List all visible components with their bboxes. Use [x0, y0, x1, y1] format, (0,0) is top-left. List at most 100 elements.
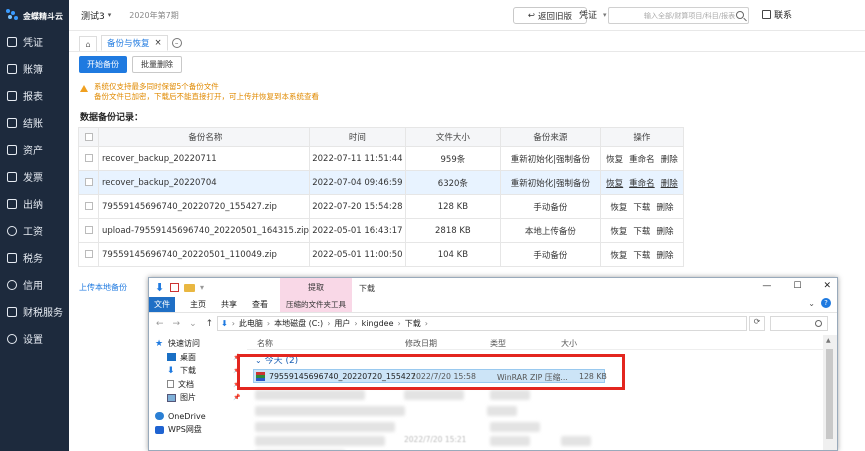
properties-icon[interactable]: [170, 283, 179, 292]
maximize-icon[interactable]: ☐: [793, 281, 801, 291]
backup-time: 2022-07-20 15:54:28: [308, 194, 406, 219]
select-all-checkbox[interactable]: [78, 127, 99, 147]
nav-pane-item[interactable]: 图片 📌: [149, 391, 247, 405]
ribbon-expand-icon[interactable]: ⌄: [808, 299, 815, 308]
delete-action[interactable]: 删除: [661, 179, 678, 189]
row-checkbox[interactable]: [78, 170, 99, 195]
sidebar-item-7[interactable]: 工资: [0, 217, 69, 244]
sidebar-item-11[interactable]: 设置: [0, 325, 69, 352]
delete-action[interactable]: 删除: [656, 227, 673, 237]
restore-action[interactable]: 恢复: [606, 179, 623, 189]
new-folder-icon[interactable]: [184, 283, 195, 292]
menu-compressed-tools[interactable]: 压缩的文件夹工具: [280, 297, 352, 312]
upload-local-backup-link[interactable]: 上传本地备份: [79, 282, 127, 293]
recent-dropdown-icon[interactable]: ⌄: [189, 319, 197, 329]
crumb-users[interactable]: 用户: [334, 318, 350, 329]
row-checkbox[interactable]: [78, 242, 99, 267]
address-bar[interactable]: ⬇ › 此电脑 › 本地磁盘 (C:) › 用户 › kingdee › 下载 …: [217, 316, 747, 331]
restore-action[interactable]: 恢复: [606, 155, 623, 165]
menu-home[interactable]: 主页: [190, 299, 206, 310]
table-row[interactable]: recover_backup_20220704 2022-07-04 09:46:…: [78, 170, 685, 195]
back-to-old-version-button[interactable]: ↩ 返回旧版: [513, 7, 587, 24]
sidebar-item-4[interactable]: 资产: [0, 136, 69, 163]
rename-or-download-action[interactable]: 重命名: [629, 155, 655, 165]
sidebar-item-10[interactable]: 财税服务: [0, 298, 69, 325]
nav-pane-item[interactable]: WPS网盘: [149, 423, 247, 437]
table-row[interactable]: 79559145696740_20220720_155427.zip 2022-0…: [78, 194, 685, 219]
contact-button[interactable]: 联系: [762, 8, 792, 21]
download-arrow-icon[interactable]: ⬇: [155, 282, 165, 293]
table-row[interactable]: upload-79559145696740_20220501_164315.zi…: [78, 218, 685, 243]
pin-icon[interactable]: 📌: [233, 394, 240, 401]
vertical-scrollbar[interactable]: ▲: [823, 335, 837, 450]
menu-file[interactable]: 文件: [149, 297, 175, 312]
menu-view[interactable]: 查看: [252, 299, 268, 310]
scrollbar-thumb[interactable]: [826, 349, 833, 439]
delete-action[interactable]: 删除: [656, 251, 673, 261]
col-modified[interactable]: 修改日期: [405, 338, 437, 349]
batch-delete-button[interactable]: 批量删除: [132, 56, 182, 73]
sidebar-item-0[interactable]: 凭证: [0, 28, 69, 55]
table-row[interactable]: recover_backup_20220711 2022-07-11 11:51:…: [78, 146, 685, 171]
explorer-search-input[interactable]: [770, 316, 828, 331]
rename-or-download-action[interactable]: 重命名: [629, 179, 655, 189]
help-icon[interactable]: ?: [821, 298, 831, 308]
menu-share[interactable]: 共享: [221, 299, 237, 310]
sidebar-item-8[interactable]: 税务: [0, 244, 69, 271]
row-actions: 恢复 下载 删除: [599, 194, 685, 219]
table-row[interactable]: 79559145696740_20220501_110049.zip 2022-0…: [78, 242, 685, 267]
ribbon-tab-extract[interactable]: 提取: [280, 278, 352, 297]
sidebar-item-3[interactable]: 结账: [0, 109, 69, 136]
sidebar-item-9[interactable]: 信用: [0, 271, 69, 298]
backup-name: recover_backup_20220711: [98, 146, 310, 171]
restore-action[interactable]: 恢复: [610, 227, 627, 237]
crumb-this-pc[interactable]: 此电脑: [239, 318, 263, 329]
back-icon[interactable]: ←: [156, 319, 164, 329]
nav-pane-item[interactable]: ★ 快速访问: [149, 337, 247, 351]
sidebar-item-2[interactable]: 报表: [0, 82, 69, 109]
search-scope-select[interactable]: 凭证 ▾: [579, 8, 607, 22]
start-backup-button[interactable]: 开始备份: [79, 56, 127, 73]
row-checkbox[interactable]: [78, 218, 99, 243]
tax-icon: [7, 252, 17, 263]
forward-icon[interactable]: →: [173, 319, 181, 329]
up-icon[interactable]: ↑: [206, 319, 214, 329]
delete-action[interactable]: 删除: [656, 203, 673, 213]
crumb-local-disk[interactable]: 本地磁盘 (C:): [274, 318, 323, 329]
nav-pane-item[interactable]: 桌面 📌: [149, 351, 247, 365]
close-icon[interactable]: ×: [155, 38, 162, 48]
sidebar-item-1[interactable]: 账簿: [0, 55, 69, 82]
rename-or-download-action[interactable]: 下载: [633, 251, 650, 261]
close-period-icon: [7, 117, 17, 128]
col-size[interactable]: 大小: [561, 338, 577, 349]
quick-access-dropdown-icon[interactable]: ▾: [200, 283, 204, 292]
home-tab[interactable]: ⌂: [79, 36, 97, 51]
restore-action[interactable]: 恢复: [610, 251, 627, 261]
tab-backup-restore[interactable]: 备份与恢复 ×: [101, 35, 168, 51]
crumb-downloads[interactable]: 下载: [405, 318, 421, 329]
col-name[interactable]: 名称: [257, 338, 273, 349]
close-window-icon[interactable]: ✕: [823, 281, 831, 291]
sidebar-item-5[interactable]: 发票: [0, 163, 69, 190]
minimize-icon[interactable]: —: [762, 281, 771, 291]
file-list-pane: 名称 修改日期 类型 大小 ⌄ 今天 (2) 79559145696740_20…: [247, 335, 823, 450]
nav-pane-item[interactable]: ⬇ 下载 📌: [149, 364, 247, 378]
sidebar-item-6[interactable]: 出纳: [0, 190, 69, 217]
crumb-kingdee[interactable]: kingdee: [362, 319, 394, 328]
delete-action[interactable]: 删除: [661, 155, 678, 165]
blurred-file-date: [404, 390, 464, 400]
global-search-input[interactable]: 输入全部/财算项目/科目/报表: [608, 7, 749, 24]
rename-or-download-action[interactable]: 下载: [633, 227, 650, 237]
refresh-icon[interactable]: ⟳: [749, 316, 765, 331]
rename-or-download-action[interactable]: 下载: [633, 203, 650, 213]
search-icon[interactable]: [736, 11, 744, 19]
col-type[interactable]: 类型: [490, 338, 506, 349]
restore-action[interactable]: 恢复: [610, 203, 627, 213]
nav-pane-item[interactable]: 文档 📌: [149, 378, 247, 392]
scroll-up-icon[interactable]: ▲: [826, 337, 831, 344]
account-selector[interactable]: 测试3 ▾: [81, 9, 111, 22]
row-checkbox[interactable]: [78, 194, 99, 219]
row-checkbox[interactable]: [78, 146, 99, 171]
nav-pane-item[interactable]: OneDrive: [149, 410, 247, 424]
more-tabs-icon[interactable]: –: [171, 38, 182, 48]
